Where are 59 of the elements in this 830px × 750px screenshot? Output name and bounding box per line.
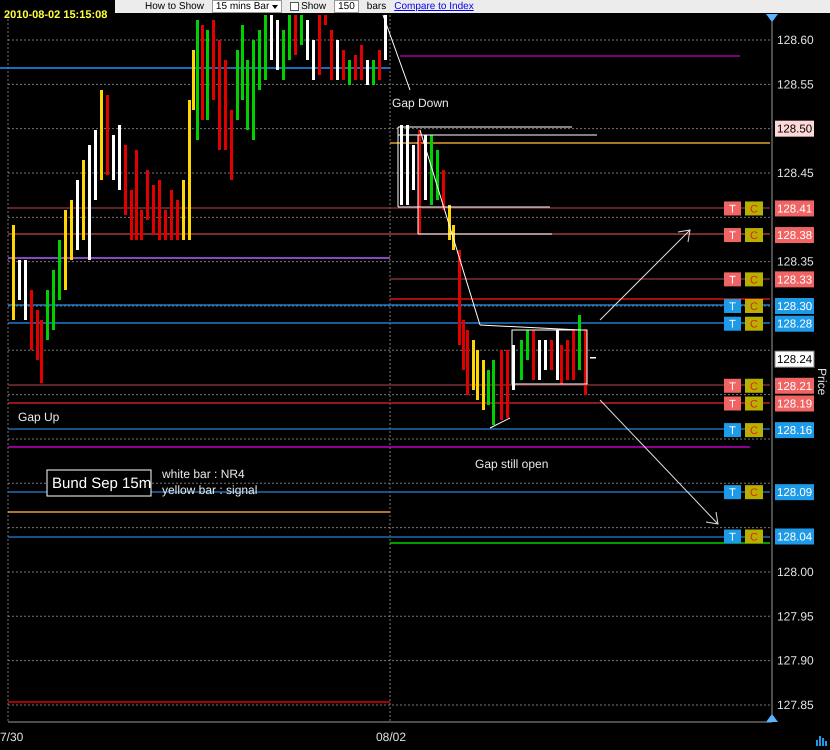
interval-select[interactable]: 15 mins Bar (212, 0, 282, 13)
price-tag: 128.30 (775, 298, 814, 314)
price-tick-label: 128.60 (777, 33, 814, 47)
price-tick-label: 127.90 (777, 654, 814, 668)
chart-note: Gap Up (18, 410, 60, 424)
toolbar-label: How to Show (145, 1, 204, 12)
date-label: 7/30 (0, 730, 24, 744)
volume-bars-icon[interactable] (816, 736, 827, 746)
t-button[interactable]: T (724, 530, 741, 544)
bars-count-field[interactable]: 150 (334, 0, 359, 13)
c-button[interactable]: C (745, 298, 763, 313)
price-tag: 128.16 (775, 422, 814, 438)
t-button[interactable]: T (724, 378, 741, 393)
price-tag: 128.33 (775, 271, 814, 288)
price-tag: 128.19 (775, 396, 814, 412)
t-button[interactable]: T (724, 272, 741, 286)
chart-note: Gap Down (392, 96, 449, 110)
price-tick-label: 128.35 (777, 254, 814, 269)
c-button[interactable]: C (745, 316, 763, 331)
price-tick-label: 127.95 (777, 609, 814, 624)
t-button[interactable]: T (724, 228, 741, 242)
price-tag: 128.28 (775, 316, 814, 332)
t-button[interactable]: T (724, 485, 741, 500)
chart-note: Gap still open (475, 457, 548, 471)
date-label: 08/02 (376, 730, 406, 744)
price-axis-title: Price (815, 368, 829, 396)
price-tag: 128.38 (775, 227, 814, 244)
t-button[interactable]: T (724, 423, 741, 438)
price-tag: 128.04 (775, 528, 814, 544)
toolbar-label: bars (366, 1, 386, 12)
legend-text: white bar : NR4 (162, 467, 245, 481)
c-button[interactable]: C (745, 378, 763, 393)
checkbox-label: Show (301, 1, 326, 12)
c-button[interactable]: C (745, 396, 763, 410)
price-tick-label: 127.85 (777, 698, 814, 712)
price-tag: 128.50 (775, 120, 814, 137)
compare-link[interactable]: Compare to Index (394, 1, 474, 12)
t-button[interactable]: T (724, 201, 741, 216)
price-tick-label: 128.55 (777, 77, 814, 92)
c-button[interactable]: C (745, 228, 763, 242)
c-button[interactable]: C (745, 423, 763, 438)
price-tag: 128.21 (775, 378, 814, 394)
t-button[interactable]: T (724, 298, 741, 313)
c-button[interactable]: C (745, 530, 763, 544)
c-button[interactable]: C (745, 485, 763, 500)
c-button[interactable]: C (745, 201, 763, 216)
caret-icon (272, 5, 278, 9)
price-tick-label: 128.45 (777, 166, 814, 180)
timestamp: 2010-08-02 15:15:08 (4, 9, 108, 21)
price-tick-label: 128.00 (777, 564, 814, 579)
t-button[interactable]: T (724, 316, 741, 331)
price-tag: 128.09 (775, 484, 814, 500)
t-button[interactable]: T (724, 396, 741, 410)
price-tag: 128.24 (774, 350, 814, 368)
c-button[interactable]: C (745, 272, 763, 286)
chart-title-label: Bund Sep 15m (46, 470, 152, 496)
scroll-handle-icon[interactable] (766, 714, 778, 722)
show-checkbox[interactable] (290, 2, 300, 11)
price-tag: 128.41 (775, 200, 814, 216)
